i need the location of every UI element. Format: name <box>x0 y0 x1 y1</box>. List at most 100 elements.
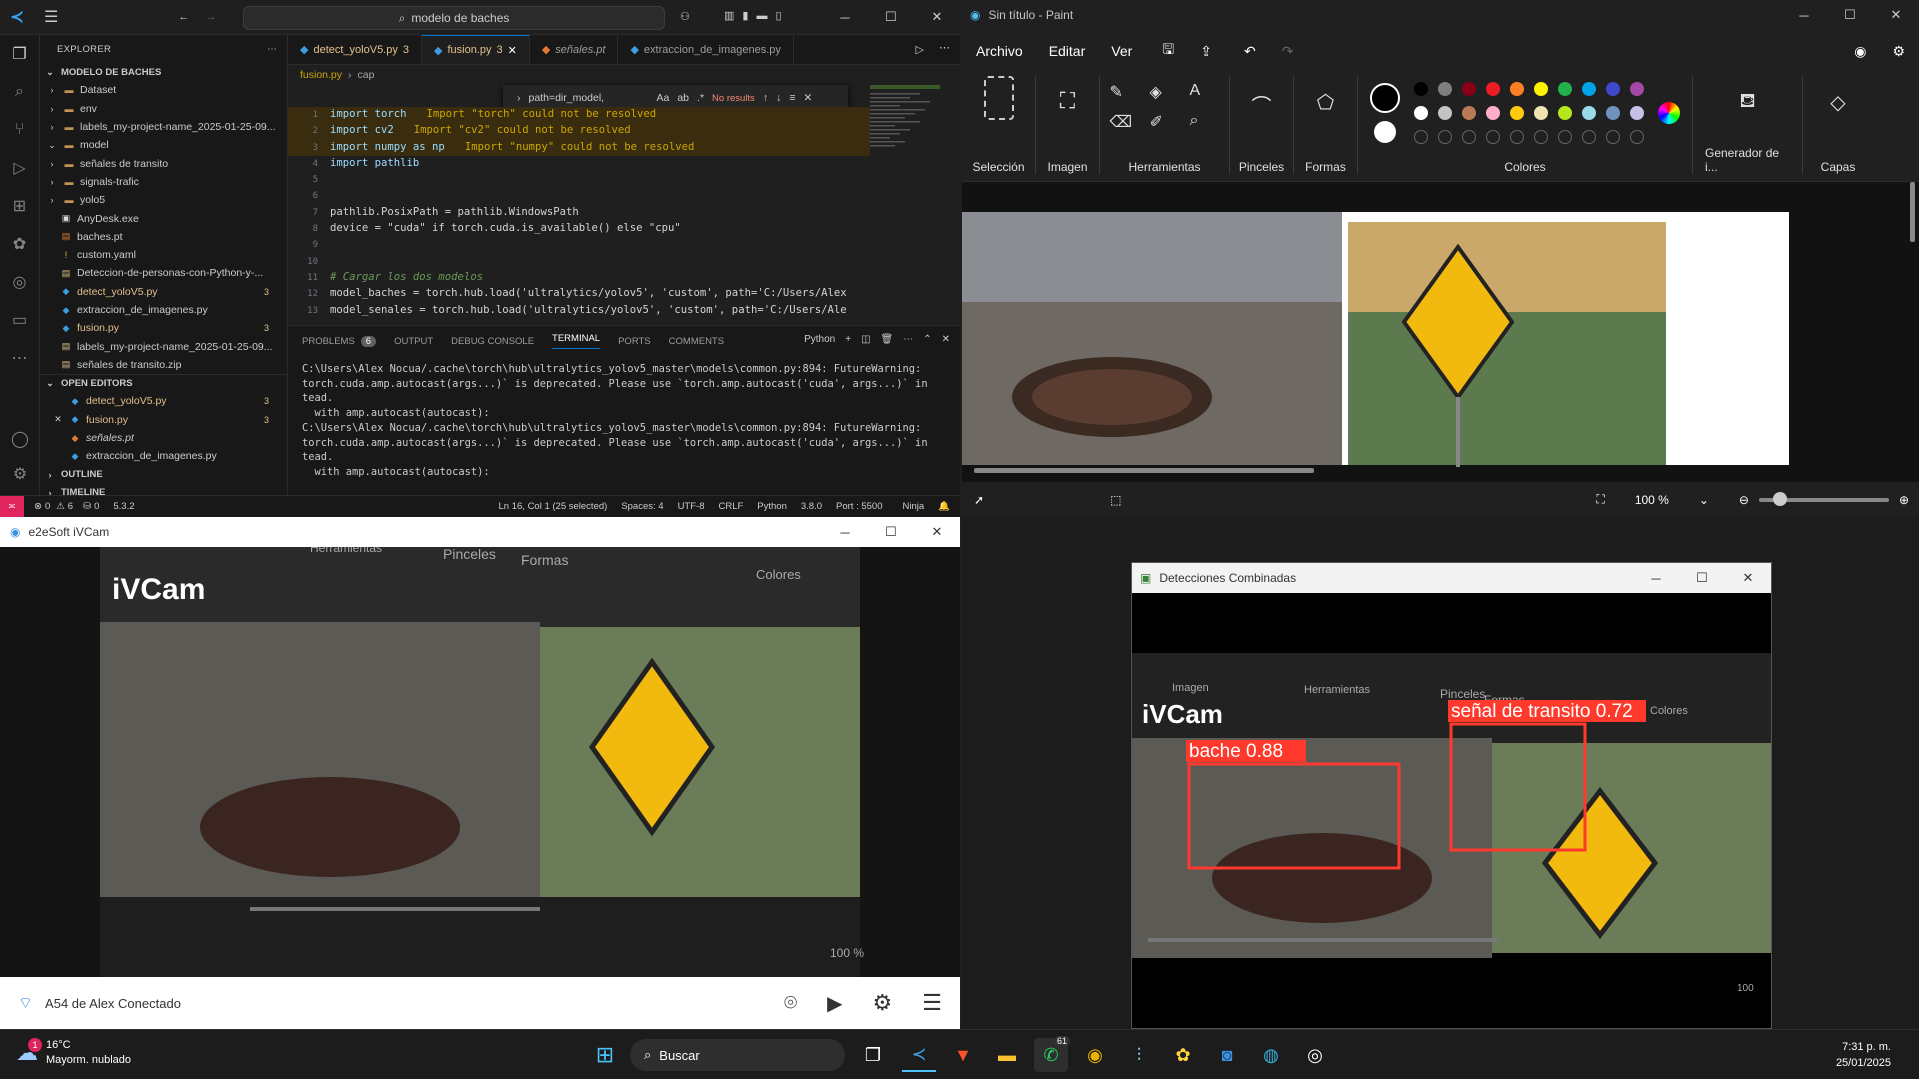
palette-empty-swatch[interactable] <box>1534 130 1548 144</box>
tree-item[interactable]: ◆ detect_yoloV5.py 3 <box>40 283 287 301</box>
maximize-button[interactable]: ☐ <box>868 517 914 547</box>
chevron-down-icon[interactable]: ⌄ <box>1699 493 1709 507</box>
tree-item[interactable]: › ▬ Dataset <box>40 81 287 99</box>
palette-empty-swatch[interactable] <box>1462 130 1476 144</box>
editor-tab[interactable]: ◆ fusion.py 3 ✕ <box>421 35 530 64</box>
tree-item[interactable]: ◆ extraccion_de_imagenes.py <box>40 301 287 319</box>
group-generador[interactable]: ⛾ Generador de i... <box>1693 76 1803 174</box>
source-control-icon[interactable]: ⑂ <box>0 111 39 149</box>
menu-ver[interactable]: Ver <box>1111 43 1132 59</box>
palette-swatch[interactable] <box>1510 106 1524 120</box>
minimize-button[interactable]: ─ <box>1781 0 1827 30</box>
close-panel-icon[interactable]: ✕ <box>942 334 950 345</box>
breadcrumb-file[interactable]: fusion.py <box>300 69 342 81</box>
remote-icon[interactable]: ◎ <box>0 263 39 301</box>
palette-swatch[interactable] <box>1414 82 1428 96</box>
more-icon[interactable]: ⋯ <box>0 339 39 377</box>
redo-icon[interactable]: ↷ <box>1282 43 1294 60</box>
language-status[interactable]: Python <box>757 501 787 512</box>
group-pinceles[interactable]: ⌒ Pinceles <box>1230 76 1294 174</box>
account-icon[interactable]: ◉ <box>1854 43 1866 60</box>
find-input[interactable]: path=dir_model, <box>529 92 649 104</box>
vscode-taskbar-icon[interactable]: ≺ <box>902 1038 936 1072</box>
ports-icon[interactable]: ⛁ <box>83 501 91 512</box>
close-button[interactable]: ✕ <box>1873 0 1919 30</box>
palette-empty-swatch[interactable] <box>1582 130 1596 144</box>
brave-browser-icon[interactable]: ▼ <box>946 1038 980 1072</box>
tree-item[interactable]: › ▬ labels_my-project-name_2025-01-25-09..… <box>40 118 287 136</box>
group-imagen[interactable]: ⛶ Imagen <box>1036 76 1100 174</box>
tree-item[interactable]: ! custom.yaml <box>40 246 287 264</box>
position-status[interactable]: Ln 16, Col 1 (25 selected) <box>499 501 608 512</box>
palette-swatch[interactable] <box>1582 106 1596 120</box>
find-expand-icon[interactable]: › <box>517 92 521 104</box>
file-explorer-icon[interactable]: ▬ <box>990 1038 1024 1072</box>
magnifier-icon[interactable]: ⌕ <box>1190 112 1220 132</box>
text-icon[interactable]: A <box>1190 82 1220 102</box>
palette-empty-swatch[interactable] <box>1486 130 1500 144</box>
palette-empty-swatch[interactable] <box>1558 130 1572 144</box>
bell-icon[interactable]: 🔔 <box>938 501 950 512</box>
editor-tab[interactable]: ◆ detect_yoloV5.py 3 <box>288 35 422 64</box>
version-left[interactable]: 5.3.2 <box>113 501 134 512</box>
outline-header[interactable]: › OUTLINE <box>40 466 287 484</box>
explorer-more-icon[interactable]: ⋯ <box>267 44 277 55</box>
group-formas[interactable]: ⬠ Formas <box>1294 76 1358 174</box>
warnings-icon[interactable]: ⚠ <box>56 501 65 512</box>
minimize-button[interactable]: ─ <box>822 517 868 547</box>
palette-swatch[interactable] <box>1438 82 1452 96</box>
menu-editar[interactable]: Editar <box>1049 43 1086 59</box>
split-terminal-icon[interactable]: ◫ <box>861 334 870 345</box>
palette-swatch[interactable] <box>1414 106 1428 120</box>
search-sidebar-icon[interactable]: ⌕ <box>0 73 39 111</box>
palette-empty-swatch[interactable] <box>1414 130 1428 144</box>
find-selection-icon[interactable]: ≡ <box>789 92 795 104</box>
globe-icon[interactable]: ◍ <box>1254 1038 1288 1072</box>
tree-item[interactable]: ▣ AnyDesk.exe <box>40 209 287 227</box>
python-icon[interactable]: ✿ <box>0 225 39 263</box>
tree-item[interactable]: ◆ fusion.py 3 <box>40 319 287 337</box>
tree-item[interactable]: ▤ Deteccion-de-personas-con-Python-y-... <box>40 264 287 282</box>
breadcrumb-symbol[interactable]: cap <box>358 69 375 81</box>
run-debug-icon[interactable]: ▷ <box>0 149 39 187</box>
find-prev-icon[interactable]: ↑ <box>763 92 768 104</box>
editor-tab[interactable]: ◆ extraccion_de_imagenes.py <box>618 35 794 64</box>
find-next-icon[interactable]: ↓ <box>776 92 781 104</box>
settings-gear-icon[interactable]: ⚙ <box>0 455 40 493</box>
zoom-out-icon[interactable]: ⊖ <box>1739 493 1749 507</box>
panel-more-icon[interactable]: ⋯ <box>903 334 913 345</box>
close-icon[interactable]: ✕ <box>52 414 64 425</box>
terminal-lang[interactable]: Python <box>804 334 835 345</box>
tree-item[interactable]: › ▬ señales de transito <box>40 154 287 172</box>
task-manager-icon[interactable]: ⫶ <box>1122 1038 1156 1072</box>
folder-icon[interactable]: ▭ <box>0 301 39 339</box>
horizontal-scrollbar[interactable] <box>974 468 1314 473</box>
panel-tab[interactable]: COMMENTS <box>669 336 724 347</box>
open-editor-item[interactable]: ✕ ◆ fusion.py 3 <box>40 411 287 429</box>
open-editors-header[interactable]: ⌄ OPEN EDITORS <box>40 374 287 392</box>
close-button[interactable]: ✕ <box>914 0 960 34</box>
python-taskbar-icon[interactable]: ✿ <box>1166 1038 1200 1072</box>
tree-item[interactable]: › ▬ yolo5 <box>40 191 287 209</box>
minimize-button[interactable]: ─ <box>822 0 868 34</box>
clock[interactable]: 7:31 p. m. 25/01/2025 <box>1836 1039 1891 1071</box>
close-button[interactable]: ✕ <box>914 517 960 547</box>
maximize-button[interactable]: ☐ <box>1679 563 1725 593</box>
minimap[interactable] <box>870 85 950 165</box>
tab-close-icon[interactable]: ✕ <box>508 44 517 57</box>
palette-swatch[interactable] <box>1558 82 1572 96</box>
tree-item[interactable]: ▤ señales de transito.zip <box>40 356 287 374</box>
zoom-select[interactable]: 100 % <box>1635 493 1685 507</box>
layout-toggle-icons[interactable]: ▥▮▬▯ <box>724 9 790 22</box>
chrome-icon[interactable]: ◉ <box>1078 1038 1112 1072</box>
pencil-icon[interactable]: ✎ <box>1110 82 1140 102</box>
code-editor[interactable]: 1 import torch Import "torch" could not be… <box>288 107 888 319</box>
taskbar-search[interactable]: ⌕ Buscar <box>630 1039 845 1071</box>
editor-more-icon[interactable]: ⋯ <box>939 41 950 54</box>
tree-item[interactable]: ▤ labels_my-project-name_2025-01-25-09... <box>40 337 287 355</box>
menu-archivo[interactable]: Archivo <box>976 43 1023 59</box>
palette-swatch[interactable] <box>1630 82 1644 96</box>
eraser-icon[interactable]: ⌫ <box>1110 112 1140 132</box>
video-record-icon[interactable]: ▶ <box>827 991 842 1016</box>
settings-gear-icon[interactable]: ⚙ <box>1892 43 1905 60</box>
